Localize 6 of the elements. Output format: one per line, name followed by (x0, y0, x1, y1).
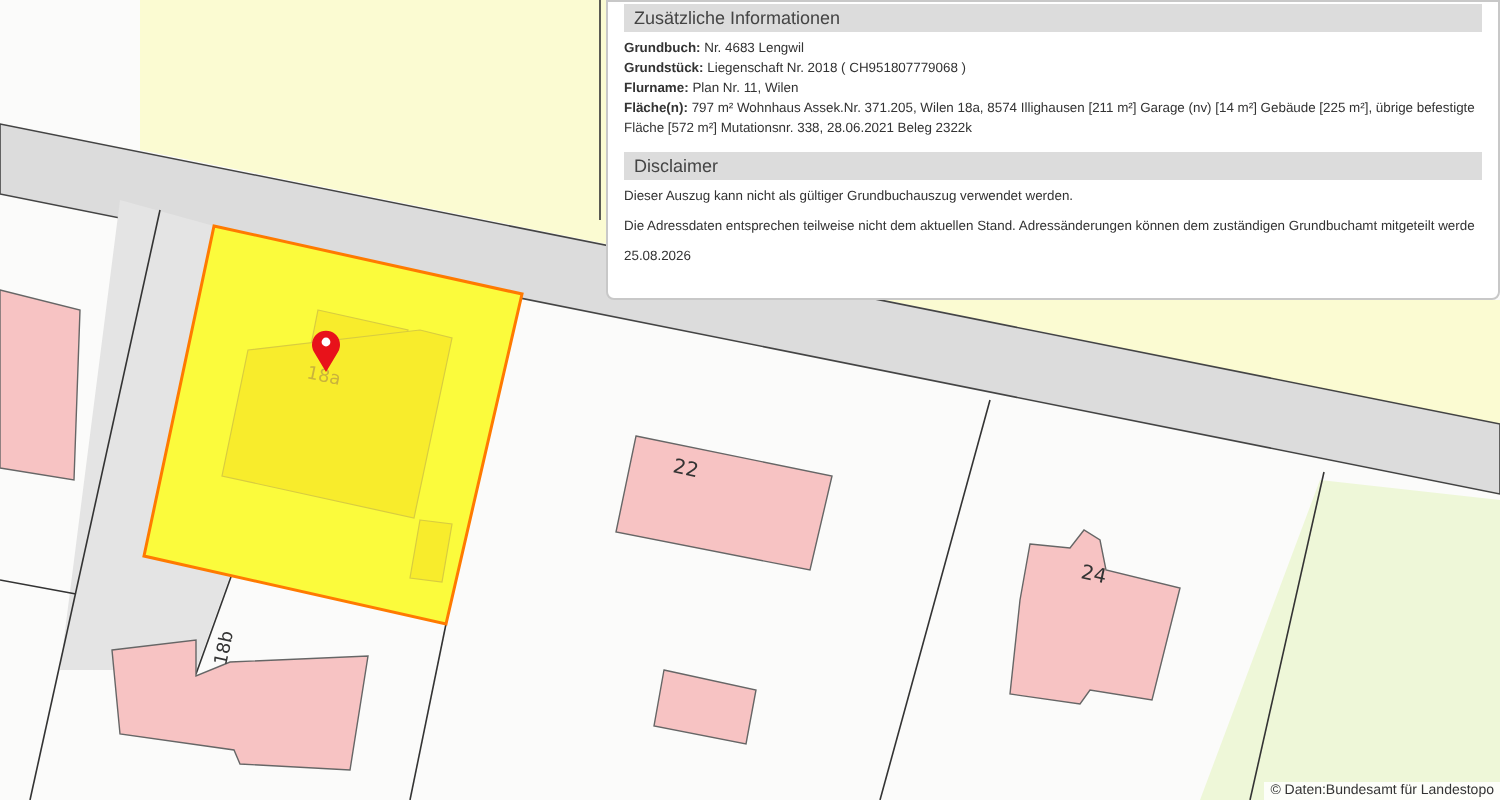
section-header: Zusätzliche Informationen (624, 4, 1482, 32)
house-number: 18a (304, 364, 343, 391)
house-number: 18b (212, 629, 239, 668)
house-number: 24 (1078, 562, 1109, 590)
section-header: Disclaimer (624, 152, 1482, 180)
house-number: 22 (670, 456, 701, 484)
